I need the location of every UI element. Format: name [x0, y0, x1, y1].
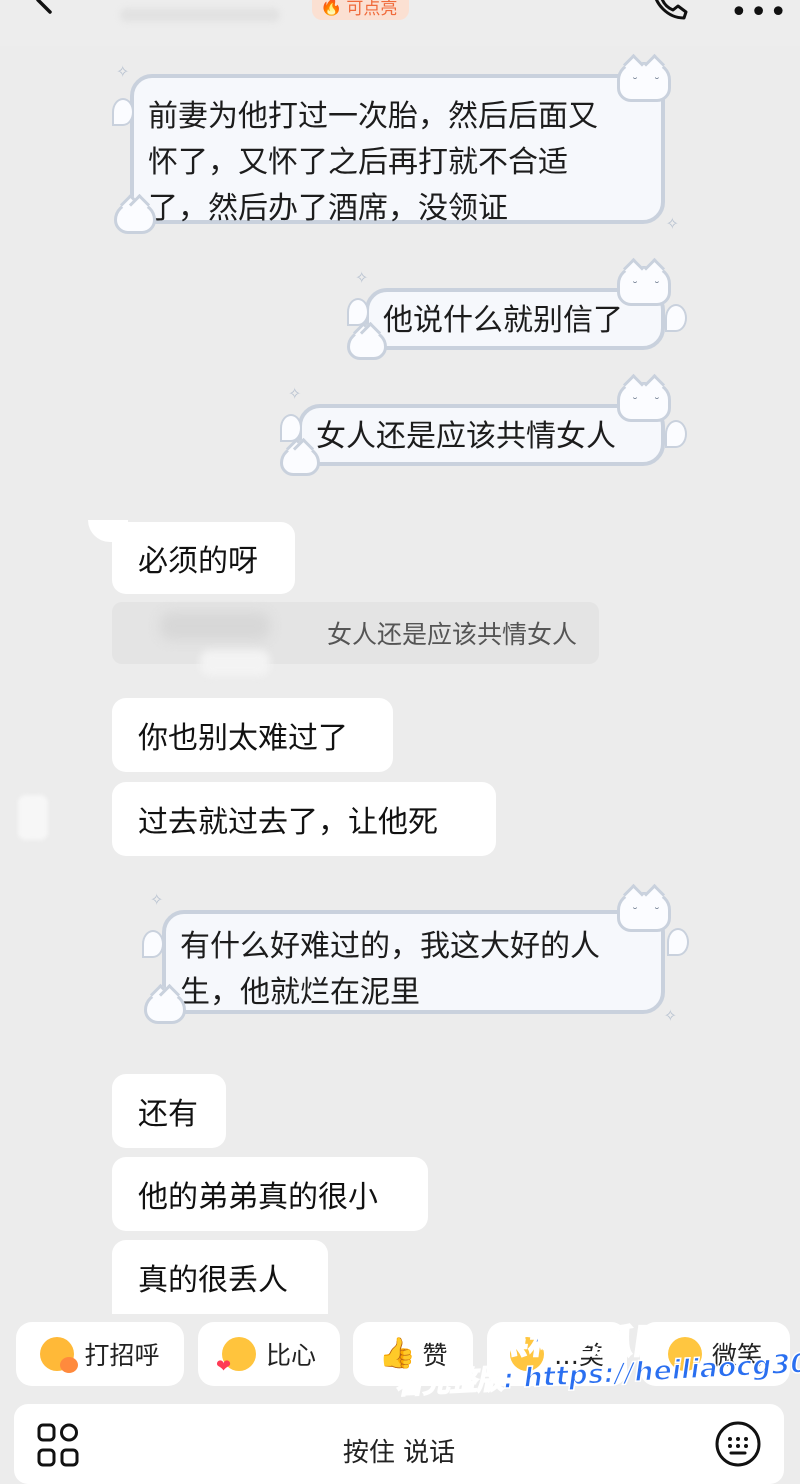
cat-sticker-icon: ˘ ˘: [617, 382, 671, 422]
message-bubble-incoming[interactable]: 还有: [112, 1074, 226, 1148]
quick-reply-chip[interactable]: 比心: [198, 1322, 340, 1386]
heart-hands-emoji-icon: [216, 1337, 256, 1377]
message-text: 他说什么就别信了: [383, 303, 623, 338]
sparkle-icon: ✧: [288, 384, 302, 403]
quick-reply-chip[interactable]: 打招呼: [16, 1322, 184, 1386]
quick-reply-label: 比心: [265, 1341, 316, 1370]
cat-sticker-icon: ˘ ˘: [617, 62, 671, 102]
spark-badge[interactable]: 🔥 可点亮: [312, 0, 410, 20]
leaf-icon: [665, 304, 687, 332]
message-bubble-incoming[interactable]: 必须的呀: [112, 522, 295, 594]
flame-icon: 🔥: [320, 0, 343, 17]
chevron-left-icon[interactable]: [30, 0, 62, 18]
message-bubble-incoming[interactable]: 过去就过去了，让他死: [112, 782, 496, 856]
cat-sticker-icon: [114, 202, 156, 234]
message-text: 有什么好难过的，我这大好的人 生，他就烂在泥里: [180, 929, 600, 1010]
message-text: 女人还是应该共情女人: [316, 419, 616, 454]
leaf-icon: [667, 928, 689, 956]
avatar-blurred: [18, 795, 48, 840]
input-bar: 按住 说话: [14, 1404, 784, 1484]
leaf-icon: [665, 420, 687, 448]
message-bubble-outgoing[interactable]: 女人还是应该共情女人 ˘ ˘ ✧: [280, 382, 687, 476]
sparkle-icon: ✧: [116, 62, 130, 81]
leaf-icon: [347, 298, 369, 326]
more-dots-icon[interactable]: •••: [730, 0, 789, 28]
message-bubble-outgoing[interactable]: 有什么好难过的，我这大好的人 生，他就烂在泥里 ˘ ˘ ✧ ✧: [142, 892, 689, 1024]
wave-emoji-icon: [40, 1337, 79, 1373]
chat-header: 🔥 可点亮 •••: [0, 0, 800, 46]
keyboard-icon[interactable]: [714, 1420, 762, 1468]
sparkle-icon: ✧: [355, 268, 369, 287]
message-bubble-incoming[interactable]: 他的弟弟真的很小: [112, 1157, 428, 1231]
message-bubble-incoming[interactable]: 你也别太难过了: [112, 698, 393, 772]
sparkle-icon: ✧: [665, 214, 679, 233]
leaf-icon: [112, 98, 134, 126]
cat-sticker-icon: [347, 330, 387, 360]
cat-sticker-icon: ˘ ˘: [617, 892, 671, 932]
contact-name-blurred: [120, 8, 280, 22]
spark-badge-label: 可点亮: [346, 0, 398, 19]
phone-icon[interactable]: [648, 0, 692, 24]
leaf-icon: [142, 930, 164, 958]
cat-sticker-icon: ˘ ˘: [617, 266, 671, 306]
cat-sticker-icon: [280, 446, 320, 476]
message-bubble-incoming[interactable]: 真的很丢人: [112, 1240, 328, 1314]
cat-sticker-icon: [144, 992, 186, 1024]
quick-reply-label: 打招呼: [84, 1341, 160, 1370]
message-bubble-outgoing[interactable]: 他说什么就别信了 ˘ ˘ ✧: [347, 266, 687, 360]
leaf-icon: [280, 414, 302, 442]
message-text: 前妻为他打过一次胎，然后后面又 怀了，又怀了之后再打就不合适 了，然后办了酒席，…: [148, 99, 598, 226]
sparkle-icon: ✧: [150, 890, 164, 909]
quote-sender-blurred: [160, 612, 270, 640]
quote-decoration-blurred: [200, 650, 270, 676]
hold-to-talk-button[interactable]: 按住 说话: [14, 1432, 784, 1469]
sparkle-icon: ✧: [663, 1006, 677, 1025]
message-bubble-outgoing[interactable]: 前妻为他打过一次胎，然后后面又 怀了，又怀了之后再打就不合适 了，然后办了酒席，…: [112, 62, 679, 234]
